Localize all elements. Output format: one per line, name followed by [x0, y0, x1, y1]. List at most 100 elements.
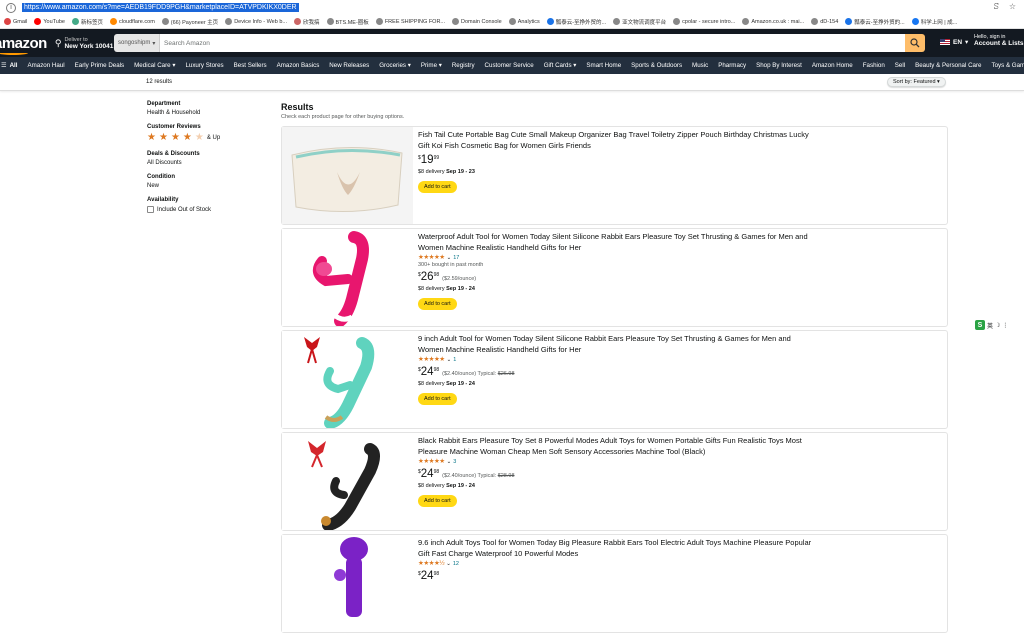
- nav-item[interactable]: Smart Home: [581, 62, 626, 69]
- deliver-to[interactable]: ⚲ Deliver to New York 10041: [55, 37, 114, 50]
- price-fraction: 98: [434, 367, 440, 373]
- sogou-icon[interactable]: S: [975, 320, 985, 330]
- bookmark-item[interactable]: Amazon.co.uk : mai...: [742, 18, 804, 25]
- bookmark-label: 科学上网 | 成...: [921, 18, 958, 26]
- nav-item[interactable]: Sell: [890, 62, 910, 69]
- more-icon[interactable]: ⋮: [1002, 322, 1008, 329]
- nav-item[interactable]: Shop By Interest: [751, 62, 807, 69]
- url-text[interactable]: https://www.amazon.com/s?me=AEDB19FDD9PG…: [22, 3, 299, 12]
- nav-item[interactable]: Gift Cards ▾: [539, 62, 582, 69]
- product-rating[interactable]: ★★★★★⌄1: [418, 357, 818, 363]
- all-discounts-link[interactable]: All Discounts: [147, 160, 267, 166]
- nav-item[interactable]: Groceries ▾: [374, 62, 416, 69]
- nav-item[interactable]: Prime ▾: [416, 62, 447, 69]
- lang-icon[interactable]: 英: [987, 321, 993, 330]
- bookmark-item[interactable]: FREE SHIPPING FOR...: [376, 18, 445, 25]
- site-info-icon[interactable]: i: [6, 3, 16, 13]
- bookmark-item[interactable]: cpolar - secure intro...: [673, 18, 735, 25]
- results-subbar: 12 results Sort by: Featured ▾: [0, 74, 1024, 91]
- side-toolbar[interactable]: S 英 ☽ ⋮: [975, 320, 1008, 330]
- amazon-logo[interactable]: amazon: [0, 35, 47, 52]
- bookmark-item[interactable]: dD-154: [811, 18, 838, 25]
- product-card[interactable]: 9.6 inch Adult Toys Tool for Women Today…: [281, 534, 948, 633]
- bookmark-item[interactable]: Domain Console: [452, 18, 502, 25]
- language-selector[interactable]: EN▾: [940, 38, 968, 46]
- sort-dropdown[interactable]: Sort by: Featured ▾: [887, 77, 946, 87]
- bookmark-item[interactable]: YouTube: [34, 18, 65, 25]
- add-to-cart-button[interactable]: Add to cart: [418, 181, 457, 193]
- product-card[interactable]: 9 inch Adult Tool for Women Today Silent…: [281, 330, 948, 429]
- search-button[interactable]: [905, 34, 925, 52]
- translate-icon[interactable]: ꕶ: [994, 2, 999, 12]
- nav-item[interactable]: Amazon Home: [807, 62, 858, 69]
- search-input[interactable]: Search Amazon: [160, 34, 905, 52]
- bookmark-item[interactable]: cloudflare.com: [110, 18, 155, 25]
- product-image[interactable]: [282, 433, 413, 530]
- nav-item[interactable]: Early Prime Deals: [70, 62, 130, 69]
- review-count[interactable]: 12: [453, 561, 459, 567]
- browser-url-bar[interactable]: i https://www.amazon.com/s?me=AEDB19FDD9…: [0, 0, 1024, 15]
- product-title[interactable]: Black Rabbit Ears Pleasure Toy Set 8 Pow…: [418, 436, 818, 457]
- four-stars-up-filter[interactable]: ★★★★★ & Up: [147, 133, 267, 143]
- account-menu[interactable]: Hello, sign in Account & Lists: [974, 34, 1023, 47]
- search-category-dropdown[interactable]: songoshipm▾: [114, 34, 160, 52]
- product-title[interactable]: Fish Tail Cute Portable Bag Cute Small M…: [418, 130, 818, 151]
- nav-item[interactable]: Medical Care ▾: [129, 62, 180, 69]
- product-card[interactable]: Black Rabbit Ears Pleasure Toy Set 8 Pow…: [281, 432, 948, 531]
- product-rating[interactable]: ★★★★★⌄3: [418, 459, 818, 465]
- product-image[interactable]: [282, 535, 413, 632]
- product-title[interactable]: Waterproof Adult Tool for Women Today Si…: [418, 232, 818, 253]
- bookmark-star-icon[interactable]: ☆: [1009, 2, 1016, 12]
- bookmark-item[interactable]: Gmail: [4, 18, 27, 25]
- moon-icon[interactable]: ☽: [995, 322, 1000, 329]
- product-image[interactable]: [282, 229, 413, 326]
- bookmark-item[interactable]: (66) Payoneer 主页: [162, 18, 218, 26]
- bookmark-item[interactable]: 科学上网 | 成...: [912, 18, 958, 26]
- nav-item[interactable]: Fashion: [858, 62, 890, 69]
- bookmark-item[interactable]: BTS.ME-圈板: [327, 18, 369, 26]
- nav-item[interactable]: Amazon Haul: [22, 62, 69, 69]
- add-to-cart-button[interactable]: Add to cart: [418, 393, 457, 405]
- bookmark-item[interactable]: 瓢泰云-至挣外贸的...: [845, 18, 904, 26]
- product-title[interactable]: 9 inch Adult Tool for Women Today Silent…: [418, 334, 818, 355]
- bookmark-item[interactable]: Analytics: [509, 18, 540, 25]
- product-rating[interactable]: ★★★★½⌄12: [418, 561, 818, 567]
- bookmark-item[interactable]: 亚文物流调度平台: [613, 18, 666, 26]
- product-info: 9 inch Adult Tool for Women Today Silent…: [418, 334, 818, 405]
- account-lists: Account & Lists: [974, 40, 1023, 47]
- nav-item[interactable]: Customer Service: [480, 62, 539, 69]
- nav-item[interactable]: New Releases: [324, 62, 374, 69]
- nav-item[interactable]: Amazon Basics: [272, 62, 325, 69]
- nav-item[interactable]: Toys & Games: [987, 62, 1024, 69]
- bookmark-item[interactable]: Device Info - Web b...: [225, 18, 287, 25]
- nav-item[interactable]: Beauty & Personal Care: [910, 62, 986, 69]
- nav-item[interactable]: Pharmacy: [713, 62, 751, 69]
- bookmark-item[interactable]: 欣我搞: [294, 18, 320, 26]
- all-menu-button[interactable]: ☰All: [0, 62, 22, 69]
- bookmark-item[interactable]: 瓢泰云-至挣外贸的...: [547, 18, 606, 26]
- delivery-date: Sep 19 - 24: [446, 483, 475, 489]
- bookmark-item[interactable]: 新标签页: [72, 18, 103, 26]
- price-whole: 24: [421, 366, 434, 378]
- nav-item[interactable]: Registry: [447, 62, 480, 69]
- nav-item[interactable]: Sports & Outdoors: [626, 62, 687, 69]
- nav-item[interactable]: Music: [687, 62, 713, 69]
- condition-new-link[interactable]: New: [147, 183, 267, 189]
- add-to-cart-button[interactable]: Add to cart: [418, 298, 457, 310]
- nav-item[interactable]: Best Sellers: [229, 62, 272, 69]
- add-to-cart-button[interactable]: Add to cart: [418, 495, 457, 507]
- product-title[interactable]: 9.6 inch Adult Toys Tool for Women Today…: [418, 538, 818, 559]
- product-card[interactable]: Waterproof Adult Tool for Women Today Si…: [281, 228, 948, 327]
- product-card[interactable]: Fish Tail Cute Portable Bag Cute Small M…: [281, 126, 948, 225]
- product-image[interactable]: [282, 331, 413, 428]
- review-count[interactable]: 17: [453, 255, 459, 261]
- product-image[interactable]: [282, 127, 413, 224]
- include-out-of-stock-checkbox[interactable]: Include Out of Stock: [147, 206, 267, 213]
- bookmark-favicon-icon: [72, 18, 79, 25]
- product-rating[interactable]: ★★★★★⌄17: [418, 255, 818, 261]
- review-count[interactable]: 1: [453, 357, 456, 363]
- department-link[interactable]: Health & Household: [147, 110, 267, 116]
- review-count[interactable]: 3: [453, 459, 456, 465]
- star-icon: ★: [171, 133, 180, 143]
- nav-item[interactable]: Luxury Stores: [180, 62, 228, 69]
